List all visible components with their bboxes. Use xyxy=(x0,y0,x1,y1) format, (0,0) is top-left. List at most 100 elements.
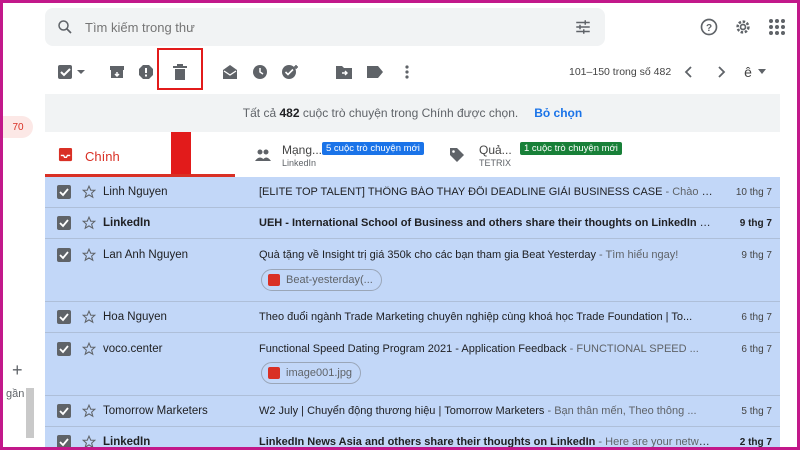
email-date: 5 thg 7 xyxy=(741,406,772,417)
tab-promotions-badge: 1 cuộc trò chuyện mới xyxy=(520,142,622,155)
email-sender: Tomorrow Marketers xyxy=(103,405,208,417)
email-sender: Linh Nguyen xyxy=(103,186,168,198)
email-row[interactable]: voco.center Functional Speed Dating Prog… xyxy=(45,333,780,396)
mark-as-read-icon[interactable] xyxy=(218,60,242,84)
star-icon[interactable] xyxy=(81,215,97,230)
inbox-count-badge[interactable]: 70 xyxy=(3,116,33,138)
notice-prefix: Tất cả xyxy=(242,106,277,120)
tab-promotions-sender: TETRIX xyxy=(479,158,512,168)
email-sender: LinkedIn xyxy=(103,217,151,229)
email-subject: [ELITE TOP TALENT] THÔNG BÁO THAY ĐỔI DE… xyxy=(259,186,663,198)
row-checkbox[interactable] xyxy=(57,248,71,262)
email-subject: Functional Speed Dating Program 2021 - A… xyxy=(259,343,567,355)
attachment-chip[interactable]: image001.jpg xyxy=(261,362,362,384)
newer-page-chevron-right-icon[interactable] xyxy=(709,60,733,84)
tab-primary[interactable]: Chính xyxy=(45,135,235,177)
tag-icon xyxy=(450,148,464,165)
tab-social-badge: 5 cuộc trò chuyện mới xyxy=(322,142,424,155)
email-snippet: - Chào cá... xyxy=(665,186,714,198)
search-input[interactable] xyxy=(85,19,561,35)
email-subject-line: Functional Speed Dating Program 2021 - A… xyxy=(259,343,713,355)
left-rail-label: gần xyxy=(6,388,25,400)
apps-grid-icon[interactable] xyxy=(764,14,790,40)
email-date: 9 thg 7 xyxy=(739,218,772,229)
email-subject-line: UEH - International School of Business a… xyxy=(259,217,713,229)
tab-social-sender: LinkedIn xyxy=(282,158,317,168)
attachment-chip[interactable]: Beat-yesterday(... xyxy=(261,269,382,291)
label-tag-icon[interactable] xyxy=(363,60,387,84)
move-to-folder-icon[interactable] xyxy=(332,60,356,84)
left-scrollbar[interactable] xyxy=(26,388,34,438)
email-snippet: - Bạn thân mến, Theo thông ... xyxy=(544,405,697,417)
email-list: Linh Nguyen [ELITE TOP TALENT] THÔNG BÁO… xyxy=(45,177,780,447)
email-row[interactable]: LinkedIn LinkedIn News Asia and others s… xyxy=(45,427,780,447)
tab-social-label: Mạng... xyxy=(282,143,323,157)
select-all-checkbox[interactable] xyxy=(55,60,89,84)
image-file-icon xyxy=(268,367,280,379)
clear-selection-link[interactable]: Bỏ chọn xyxy=(534,106,582,120)
tab-promotions-label: Quả... xyxy=(479,143,512,157)
row-checkbox[interactable] xyxy=(57,185,71,199)
row-checkbox[interactable] xyxy=(57,342,71,356)
email-subject-line: LinkedIn News Asia and others share thei… xyxy=(259,436,713,447)
older-page-chevron-left-icon[interactable] xyxy=(677,60,701,84)
email-row[interactable]: Lan Anh Nguyen Quà tặng về Insight trị g… xyxy=(45,239,780,302)
email-sender: LinkedIn xyxy=(103,436,151,447)
email-snippet: - H... xyxy=(699,217,713,229)
search-options-icon[interactable] xyxy=(561,18,605,36)
notice-count: 482 xyxy=(279,106,300,120)
email-date: 6 thg 7 xyxy=(741,344,772,355)
settings-gear-icon[interactable] xyxy=(730,14,756,40)
email-subject: Theo đuổi ngành Trade Marketing chuyên n… xyxy=(259,311,693,323)
input-tools-icon[interactable]: ê xyxy=(737,60,773,84)
search-icon[interactable] xyxy=(45,18,85,36)
email-snippet: - Tìm hiểu ngay! xyxy=(595,249,679,261)
email-sender: Hoa Nguyen xyxy=(103,311,167,323)
star-icon[interactable] xyxy=(81,403,97,418)
search-bar[interactable] xyxy=(45,8,605,46)
add-label-icon[interactable]: + xyxy=(12,360,23,381)
add-to-tasks-icon[interactable] xyxy=(278,60,302,84)
star-icon[interactable] xyxy=(81,247,97,262)
email-date: 9 thg 7 xyxy=(741,250,772,261)
row-checkbox[interactable] xyxy=(57,435,71,447)
more-options-icon[interactable] xyxy=(395,60,419,84)
email-subject-line: [ELITE TOP TALENT] THÔNG BÁO THAY ĐỔI DE… xyxy=(259,186,713,198)
inbox-tray-icon xyxy=(58,147,73,165)
star-icon[interactable] xyxy=(81,309,97,324)
star-icon[interactable] xyxy=(81,434,97,447)
email-row[interactable]: Tomorrow Marketers W2 July | Chuyển động… xyxy=(45,396,780,427)
people-icon xyxy=(255,149,271,164)
email-row[interactable]: Linh Nguyen [ELITE TOP TALENT] THÔNG BÁO… xyxy=(45,177,780,208)
email-date: 10 thg 7 xyxy=(735,187,772,198)
category-tabs: Chính Mạng... 5 cuộc trò chuyện mới Link… xyxy=(45,135,780,177)
email-date: 6 thg 7 xyxy=(741,312,772,323)
email-subject: Quà tặng về Insight trị giá 350k cho các… xyxy=(259,249,596,261)
email-sender: voco.center xyxy=(103,343,163,355)
left-rail xyxy=(3,3,43,447)
email-snippet: - Here are your netwo... xyxy=(595,436,713,447)
pagination-range: 101–150 trong số 482 xyxy=(569,66,672,78)
report-spam-icon[interactable] xyxy=(134,60,158,84)
email-subject: LinkedIn News Asia and others share thei… xyxy=(259,436,596,447)
row-checkbox[interactable] xyxy=(57,404,71,418)
star-icon[interactable] xyxy=(81,184,97,199)
email-subject-line: W2 July | Chuyển động thương hiệu | Tomo… xyxy=(259,405,713,417)
row-checkbox[interactable] xyxy=(57,216,71,230)
email-subject-line: Theo đuổi ngành Trade Marketing chuyên n… xyxy=(259,311,713,323)
attachment-name: Beat-yesterday(... xyxy=(286,274,373,286)
delete-highlight-box xyxy=(157,48,203,90)
email-row[interactable]: LinkedIn UEH - International School of B… xyxy=(45,208,780,239)
list-scrollbar[interactable] xyxy=(781,177,793,447)
archive-icon[interactable] xyxy=(105,60,129,84)
snooze-clock-icon[interactable] xyxy=(248,60,272,84)
svg-text:?: ? xyxy=(706,23,712,34)
row-checkbox[interactable] xyxy=(57,310,71,324)
email-subject: UEH - International School of Business a… xyxy=(259,217,697,229)
select-all-notice: Tất cả 482 cuộc trò chuyện trong Chính đ… xyxy=(45,94,780,132)
attachment-name: image001.jpg xyxy=(286,367,353,379)
help-icon[interactable]: ? xyxy=(696,14,722,40)
email-row[interactable]: Hoa Nguyen Theo đuổi ngành Trade Marketi… xyxy=(45,302,780,333)
star-icon[interactable] xyxy=(81,341,97,356)
email-snippet: - FUNCTIONAL SPEED ... xyxy=(566,343,699,355)
